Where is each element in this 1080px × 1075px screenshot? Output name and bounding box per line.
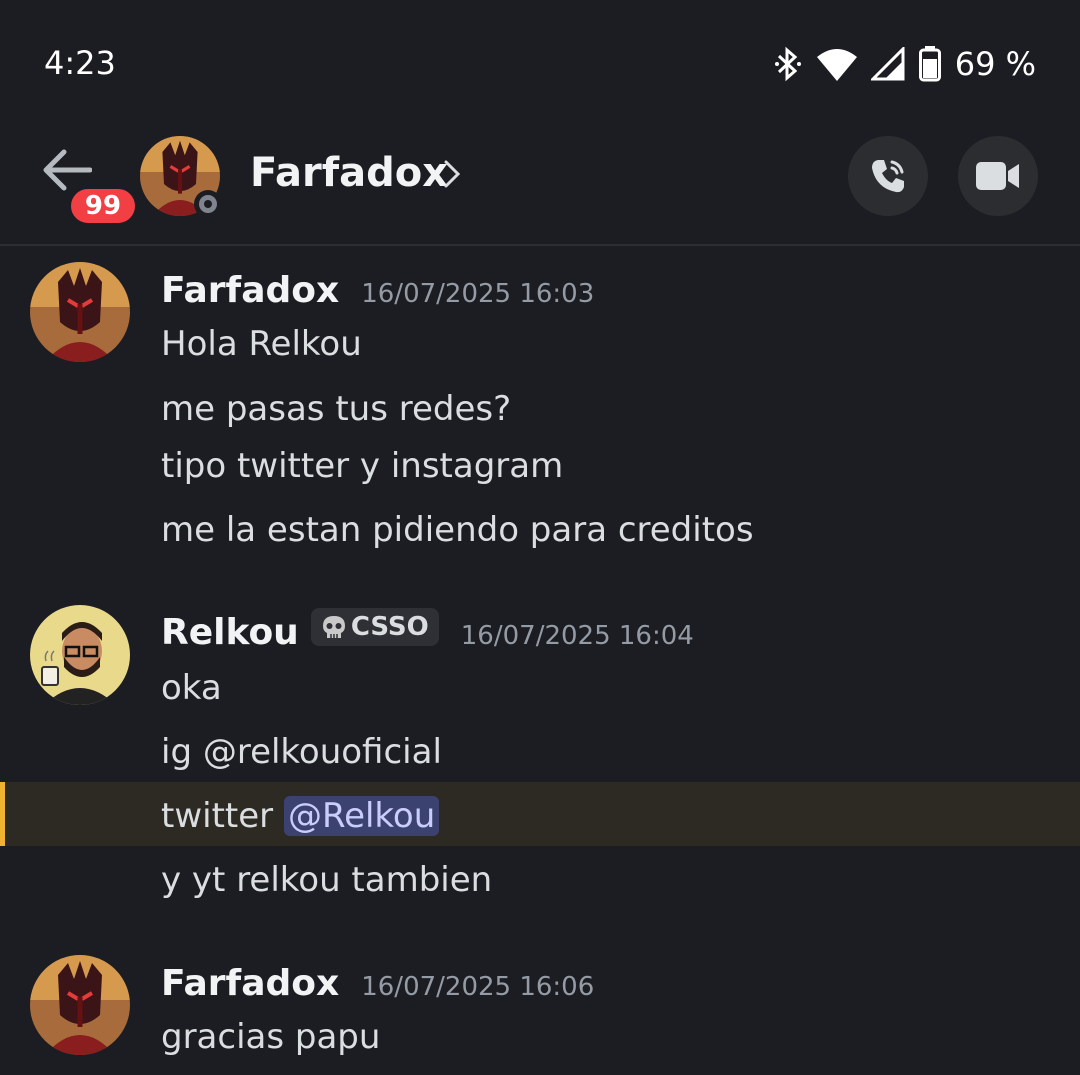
chat-header: 99 Farfadox: [0, 128, 1080, 246]
battery-percent: 69 %: [954, 45, 1036, 83]
message-text: me la estan pidiendo para creditos: [161, 510, 754, 550]
video-camera-icon: [976, 162, 1019, 190]
phone-icon: [872, 160, 904, 193]
message-text: y yt relkou tambien: [161, 860, 493, 900]
avatar[interactable]: [30, 955, 130, 1055]
message-text: tipo twitter y instagram: [161, 446, 564, 486]
status-bar: 4:23 69 %: [0, 0, 1080, 128]
username[interactable]: Farfadox: [161, 963, 339, 1004]
message-header: Farfadox 16/07/2025 16:03: [161, 270, 594, 311]
skull-icon: [322, 616, 345, 638]
username[interactable]: Relkou: [161, 612, 299, 653]
clan-tag-label: CSSO: [350, 612, 429, 642]
timestamp: 16/07/2025 16:04: [460, 621, 694, 651]
timestamp: 16/07/2025 16:06: [361, 972, 595, 1002]
timestamp: 16/07/2025 16:03: [361, 279, 595, 309]
signal-icon: [870, 47, 905, 81]
message-text-prefix: twitter: [161, 796, 274, 836]
message-text: twitter @Relkou: [161, 796, 440, 836]
message-text: me pasas tus redes?: [161, 389, 512, 429]
battery-icon: [918, 46, 941, 82]
avatar[interactable]: [30, 605, 130, 705]
video-call-button[interactable]: [958, 136, 1038, 216]
message-text: Hola Relkou: [161, 324, 362, 364]
message-header: Relkou CSSO 16/07/2025 16:04: [161, 608, 694, 653]
wifi-icon: [816, 49, 857, 81]
message-text: oka: [161, 668, 222, 708]
contact-name[interactable]: Farfadox: [250, 150, 448, 196]
unread-badge: 99: [68, 186, 138, 226]
user-mention[interactable]: @Relkou: [283, 796, 440, 836]
message-text: ig @relkouoficial: [161, 732, 442, 772]
username[interactable]: Farfadox: [161, 270, 339, 311]
clan-tag[interactable]: CSSO: [310, 608, 439, 646]
status-icons: 69 %: [773, 42, 1036, 86]
bluetooth-icon: [774, 46, 801, 82]
status-time: 4:23: [44, 44, 116, 82]
voice-call-button[interactable]: [848, 136, 928, 216]
message-header: Farfadox 16/07/2025 16:06: [161, 963, 594, 1004]
presence-indicator: [194, 190, 222, 218]
avatar[interactable]: [30, 262, 130, 362]
chevron-right-icon[interactable]: [442, 158, 462, 190]
message-text: gracias papu: [161, 1017, 381, 1057]
